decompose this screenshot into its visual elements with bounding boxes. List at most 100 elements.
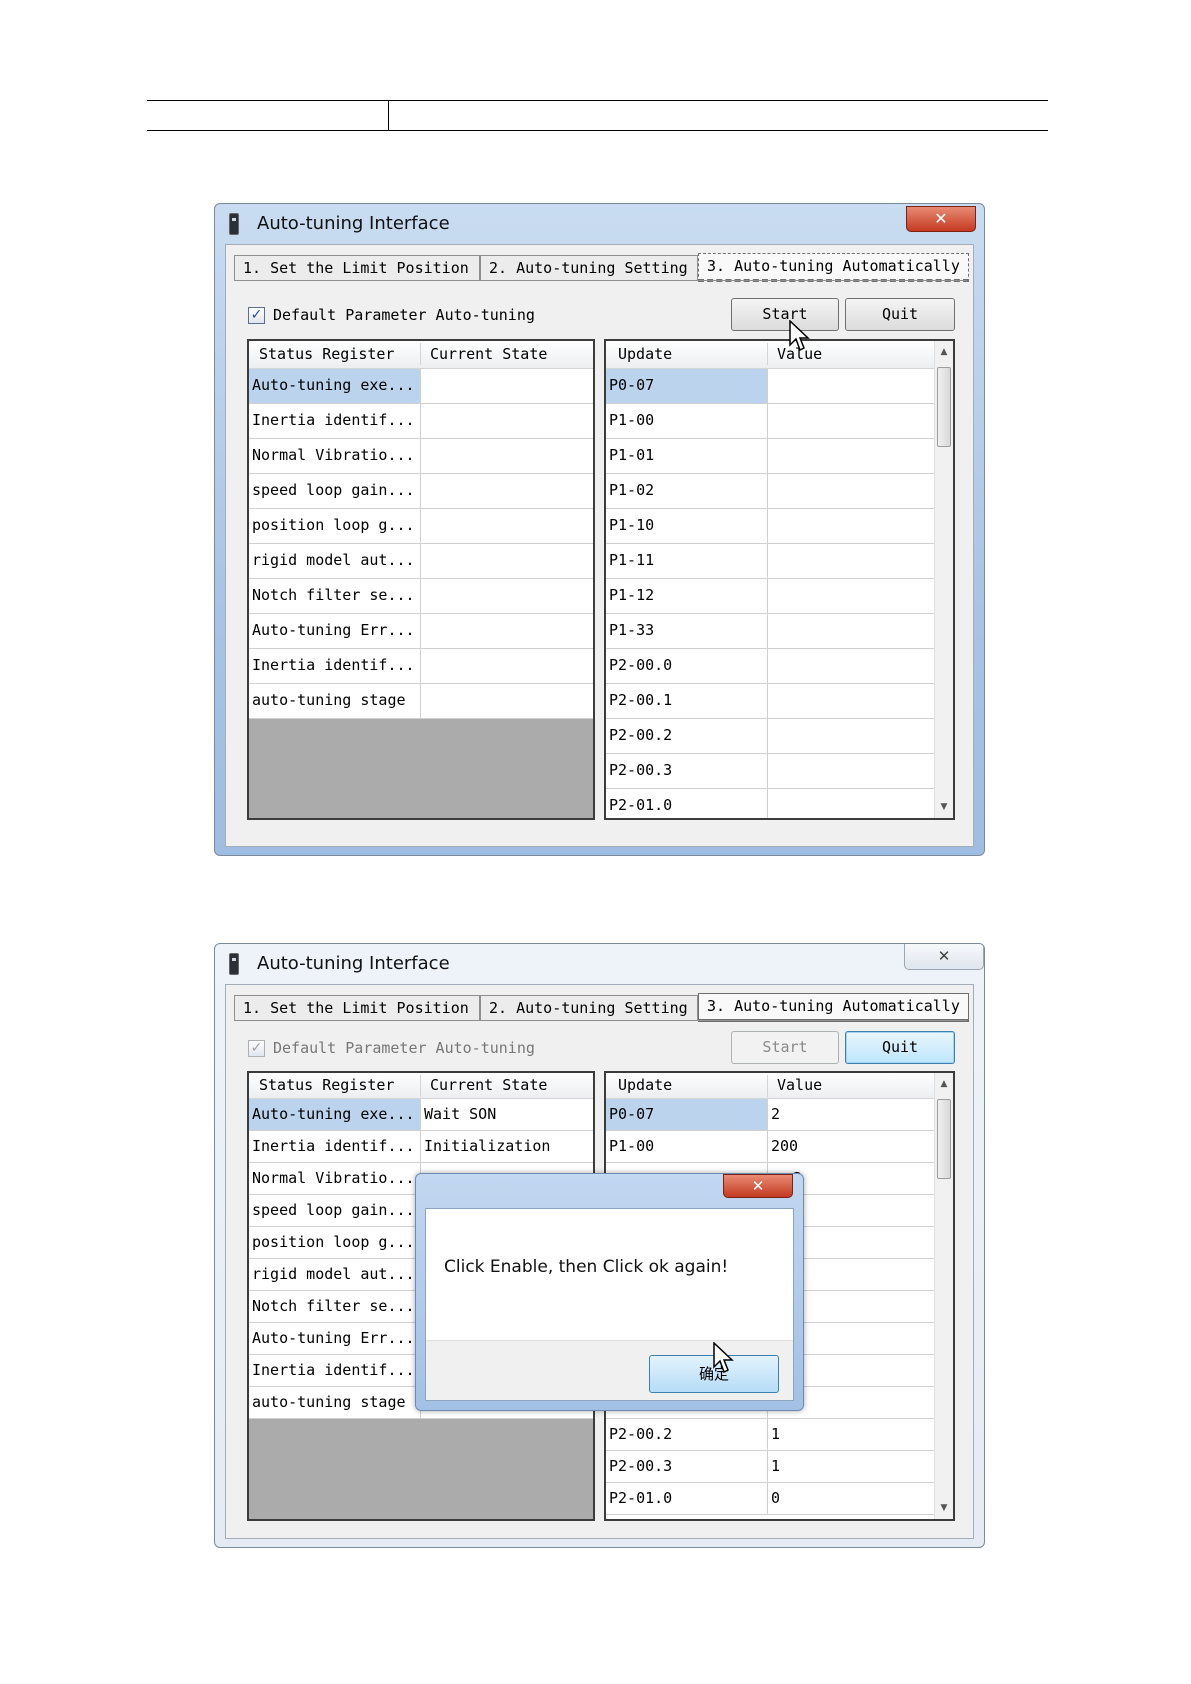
param-value xyxy=(768,404,934,438)
table-row[interactable]: P0-07 xyxy=(606,369,934,404)
quit-button[interactable]: Quit xyxy=(845,1031,955,1064)
header-divider xyxy=(388,100,389,130)
header-rule-top xyxy=(147,100,1048,101)
status-name: speed loop gain... xyxy=(249,1195,421,1226)
col-current-state: Current State xyxy=(430,1076,548,1094)
table-row[interactable]: Auto-tuning Err... xyxy=(249,614,593,649)
dialog-close-icon[interactable]: ✕ xyxy=(723,1174,793,1198)
param-value xyxy=(768,439,934,473)
table-row[interactable]: P1-12 xyxy=(606,579,934,614)
table-row[interactable]: P2-00.1 xyxy=(606,684,934,719)
table-row[interactable]: Auto-tuning exe... Wait SON xyxy=(249,1099,593,1131)
param-name: P1-01 xyxy=(606,439,768,473)
status-name: position loop g... xyxy=(249,509,421,543)
start-button[interactable]: Start xyxy=(731,298,839,331)
scroll-down-icon[interactable]: ▼ xyxy=(935,1499,953,1517)
message-dialog: ✕ Click Enable, then Click ok again! 确定 xyxy=(415,1173,804,1411)
table-row[interactable]: Inertia identif... xyxy=(249,404,593,439)
param-value xyxy=(768,754,934,788)
status-name: Inertia identif... xyxy=(249,1355,421,1386)
table-row[interactable]: P1-01 xyxy=(606,439,934,474)
status-name: Auto-tuning exe... xyxy=(249,1099,421,1130)
table-row[interactable]: P1-02 xyxy=(606,474,934,509)
param-value: 1 xyxy=(771,1457,781,1475)
table-row[interactable]: P1-11 xyxy=(606,544,934,579)
client-area: 1. Set the Limit Position 2. Auto-tuning… xyxy=(225,244,974,847)
table-row[interactable]: position loop g... xyxy=(249,509,593,544)
tab-auto-tuning-automatically[interactable]: 3. Auto-tuning Automatically xyxy=(698,993,969,1022)
table-row[interactable]: P2-01.0 0 xyxy=(606,1483,934,1515)
param-value xyxy=(768,719,934,753)
window-title: Auto-tuning Interface xyxy=(257,213,450,234)
param-name: P1-00 xyxy=(606,404,768,438)
table-row[interactable]: Notch filter se... xyxy=(249,579,593,614)
scroll-down-icon[interactable]: ▼ xyxy=(935,798,953,816)
table-row[interactable]: Auto-tuning exe... xyxy=(249,369,593,404)
start-button[interactable]: Start xyxy=(731,1031,839,1064)
table-row[interactable]: P1-33 xyxy=(606,614,934,649)
param-grid-header: Update Value xyxy=(606,1073,934,1099)
table-row[interactable]: Inertia identif... xyxy=(249,649,593,684)
status-name: Normal Vibratio... xyxy=(249,1163,421,1194)
header-rule-bottom xyxy=(147,130,1048,131)
mouse-pointer-icon xyxy=(789,320,810,352)
param-value xyxy=(768,369,934,403)
table-row[interactable]: Normal Vibratio... xyxy=(249,439,593,474)
tab-auto-tuning-automatically[interactable]: 3. Auto-tuning Automatically xyxy=(698,253,969,282)
param-name: P1-00 xyxy=(606,1131,768,1162)
tab-auto-tuning-setting[interactable]: 2. Auto-tuning Setting xyxy=(480,255,698,281)
quit-button[interactable]: Quit xyxy=(845,298,955,331)
tab-panel-border xyxy=(234,280,967,281)
status-name: speed loop gain... xyxy=(249,474,421,508)
table-row[interactable]: P2-00.0 xyxy=(606,649,934,684)
status-grid-header: Status Register Current State xyxy=(249,1073,593,1099)
table-row[interactable]: Inertia identif... Initialization xyxy=(249,1131,593,1163)
param-name: P1-02 xyxy=(606,474,768,508)
scroll-thumb[interactable] xyxy=(937,367,951,447)
tab-set-limit-position[interactable]: 1. Set the Limit Position xyxy=(234,995,480,1021)
param-name: P1-12 xyxy=(606,579,768,613)
status-name: Auto-tuning Err... xyxy=(249,1323,421,1354)
scroll-thumb[interactable] xyxy=(937,1099,951,1179)
status-register-grid: Status Register Current State Auto-tunin… xyxy=(247,339,595,820)
param-name: P1-10 xyxy=(606,509,768,543)
auto-tuning-window-1: Auto-tuning Interface ✕ 1. Set the Limit… xyxy=(214,203,985,856)
col-current-state: Current State xyxy=(430,345,548,363)
table-row[interactable]: P2-00.2 xyxy=(606,719,934,754)
table-row[interactable]: auto-tuning stage xyxy=(249,684,593,719)
status-name: Inertia identif... xyxy=(249,1131,421,1162)
param-scrollbar[interactable]: ▲ ▼ xyxy=(934,341,953,818)
param-name: P2-01.0 xyxy=(606,789,768,818)
param-value xyxy=(768,579,934,613)
table-row[interactable]: rigid model aut... xyxy=(249,544,593,579)
tab-set-limit-position[interactable]: 1. Set the Limit Position xyxy=(234,255,480,281)
scroll-up-icon[interactable]: ▲ xyxy=(935,343,953,361)
close-icon[interactable]: ✕ xyxy=(904,944,984,970)
close-icon[interactable]: ✕ xyxy=(906,206,976,232)
param-scrollbar[interactable]: ▲ ▼ xyxy=(934,1073,953,1519)
table-row[interactable]: P1-00 xyxy=(606,404,934,439)
table-row[interactable]: P2-00.3 xyxy=(606,754,934,789)
param-value xyxy=(768,509,934,543)
param-name: P0-07 xyxy=(606,1099,768,1130)
status-name: Notch filter se... xyxy=(249,579,421,613)
table-row[interactable]: P1-00 200 xyxy=(606,1131,934,1163)
status-name: Inertia identif... xyxy=(249,404,421,438)
mouse-pointer-icon xyxy=(713,1342,734,1374)
param-value: 200 xyxy=(771,1137,799,1155)
default-param-label: Default Parameter Auto-tuning xyxy=(273,1039,535,1057)
window-title: Auto-tuning Interface xyxy=(257,953,450,974)
col-value: Value xyxy=(777,1076,823,1094)
status-value xyxy=(421,509,593,543)
table-row[interactable]: P2-01.0 xyxy=(606,789,934,818)
scroll-up-icon[interactable]: ▲ xyxy=(935,1075,953,1093)
tab-auto-tuning-setting[interactable]: 2. Auto-tuning Setting xyxy=(480,995,698,1021)
table-row[interactable]: speed loop gain... xyxy=(249,474,593,509)
table-row[interactable]: P1-10 xyxy=(606,509,934,544)
default-param-checkbox[interactable]: ✓ xyxy=(248,307,265,324)
table-row[interactable]: P0-07 2 xyxy=(606,1099,934,1131)
status-name: auto-tuning stage xyxy=(249,684,421,718)
table-row[interactable]: P2-00.2 1 xyxy=(606,1419,934,1451)
default-param-checkbox[interactable]: ✓ xyxy=(248,1040,265,1057)
table-row[interactable]: P2-00.3 1 xyxy=(606,1451,934,1483)
